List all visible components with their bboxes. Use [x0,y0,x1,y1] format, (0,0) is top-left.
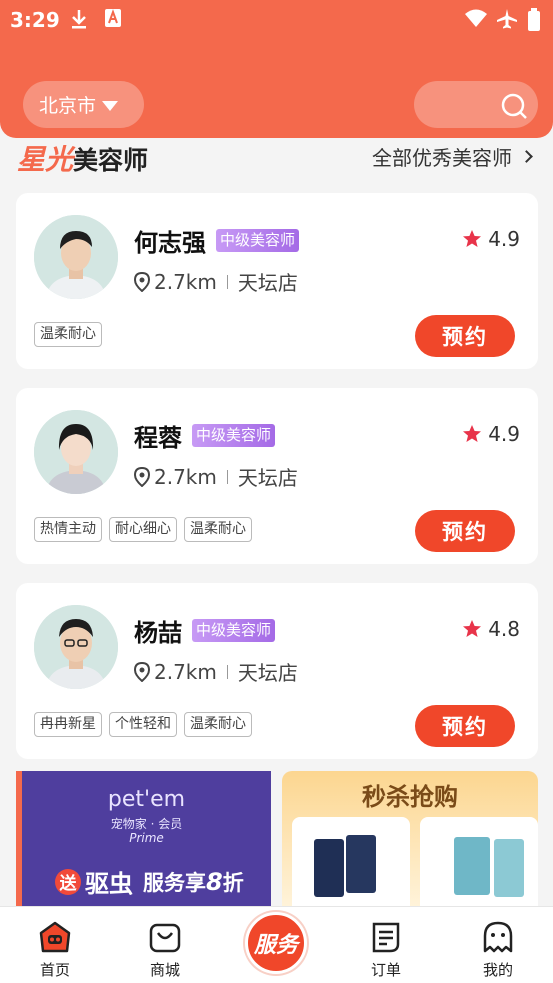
groomer-name: 何志强 [134,229,206,257]
brand-prime: Prime [129,831,164,845]
groomer-card[interactable]: 何志强 中级美容师 4.9 2.7km 天坛店 温柔耐心 预约 [16,193,538,369]
avatar [34,215,118,299]
level-badge: 中级美容师 [192,424,276,447]
book-button[interactable]: 预约 [415,315,515,357]
groomer-info: 2.7km 天坛店 [134,657,298,686]
tag: 冉冉新星 [34,712,102,737]
product-card[interactable] [292,817,410,911]
divider [226,274,228,289]
divider [226,469,228,484]
distance: 2.7km [154,659,217,684]
store-name: 天坛店 [237,271,298,295]
font-a-icon [104,8,122,32]
rating: 4.9 [462,227,520,251]
tag: 耐心细心 [109,517,177,542]
level-badge: 中级美容师 [216,229,300,252]
divider [226,664,228,679]
star-icon [463,425,482,442]
tag: 温柔耐心 [184,517,252,542]
groomer-info: 2.7km 天坛店 [134,267,298,296]
chevron-down-icon [102,100,119,111]
wifi-icon [464,8,488,32]
home-icon [39,921,71,953]
product-image [494,839,524,897]
promo-main: 驱虫 [85,870,133,898]
rating: 4.9 [462,422,520,446]
book-button[interactable]: 预约 [415,510,515,552]
tag: 个性轻和 [109,712,177,737]
chevron-right-icon [520,150,533,163]
search-icon [501,93,527,119]
groomer-name: 杨喆 [134,619,182,647]
tab-shop[interactable]: 商城 [110,907,220,983]
download-icon [69,8,89,34]
brand-logo-text: pet'em [107,787,186,812]
flash-sale-banner[interactable]: 秒杀抢购 [282,771,538,911]
groomer-info: 2.7km 天坛店 [134,462,298,491]
distance: 2.7km [154,269,217,294]
city-selector[interactable]: 北京市 [23,81,144,128]
book-button[interactable]: 预约 [415,705,515,747]
avatar [34,410,118,494]
tag-list: 热情主动 耐心细心 温柔耐心 [34,517,252,542]
tag: 热情主动 [34,517,102,542]
all-groomers-link[interactable]: 全部优秀美容师 [372,142,533,171]
groomer-name: 程蓉 [134,424,182,452]
star-icon [463,230,482,247]
store-name: 天坛店 [237,466,298,490]
promo-number: 8 [206,867,223,896]
promo-text-label: 服务享 [143,870,206,895]
product-card[interactable] [420,817,538,911]
section-title: 星光美容师 [17,143,149,176]
profile-ghost-icon [483,921,513,953]
groomer-card[interactable]: 杨喆 中级美容师 4.8 2.7km 天坛店 冉冉新星 个性轻和 温柔耐心 预约 [16,583,538,759]
tab-profile[interactable]: 我的 [443,907,553,983]
tag-list: 冉冉新星 个性轻和 温柔耐心 [34,712,252,737]
promo-banner-deworm[interactable]: pet'em 宠物家 · 会员 Prime 送 驱虫 服务享 8 折 [16,771,271,911]
promo-unit: 折 [222,870,244,895]
location-pin-icon [134,271,150,292]
location-pin-icon [134,661,150,682]
promo-text: 送 驱虫 服务享 8 折 [55,864,244,899]
tab-orders[interactable]: 订单 [331,907,441,983]
airplane-icon [496,8,518,34]
location-pin-icon [134,466,150,487]
tag: 温柔耐心 [184,712,252,737]
distance: 2.7km [154,464,217,489]
product-image [314,839,344,897]
tag-list: 温柔耐心 [34,322,102,347]
promo-badge: 送 [55,868,81,895]
order-icon [372,922,400,953]
flash-sale-title: 秒杀抢购 [362,783,458,811]
city-label: 北京市 [39,95,97,117]
shop-bag-icon [149,923,181,953]
tag: 温柔耐心 [34,322,102,347]
store-name: 天坛店 [237,661,298,685]
status-time: 3:29 [10,8,60,32]
brand-subtitle: 宠物家 · 会员 [110,817,183,831]
star-icon [463,620,482,637]
product-image [346,835,376,893]
avatar [34,605,118,689]
section-header: 星光美容师 全部优秀美容师 [0,138,553,178]
search-box[interactable] [414,81,538,128]
groomer-card[interactable]: 程蓉 中级美容师 4.9 2.7km 天坛店 热情主动 耐心细心 温柔耐心 预约 [16,388,538,564]
battery-icon [527,8,541,36]
level-badge: 中级美容师 [192,619,276,642]
tab-home[interactable]: 首页 [0,907,110,983]
tab-service-button[interactable]: 服务 [245,912,307,974]
rating: 4.8 [462,617,520,641]
product-image [454,837,490,895]
status-bar: 3:29 [0,0,553,40]
